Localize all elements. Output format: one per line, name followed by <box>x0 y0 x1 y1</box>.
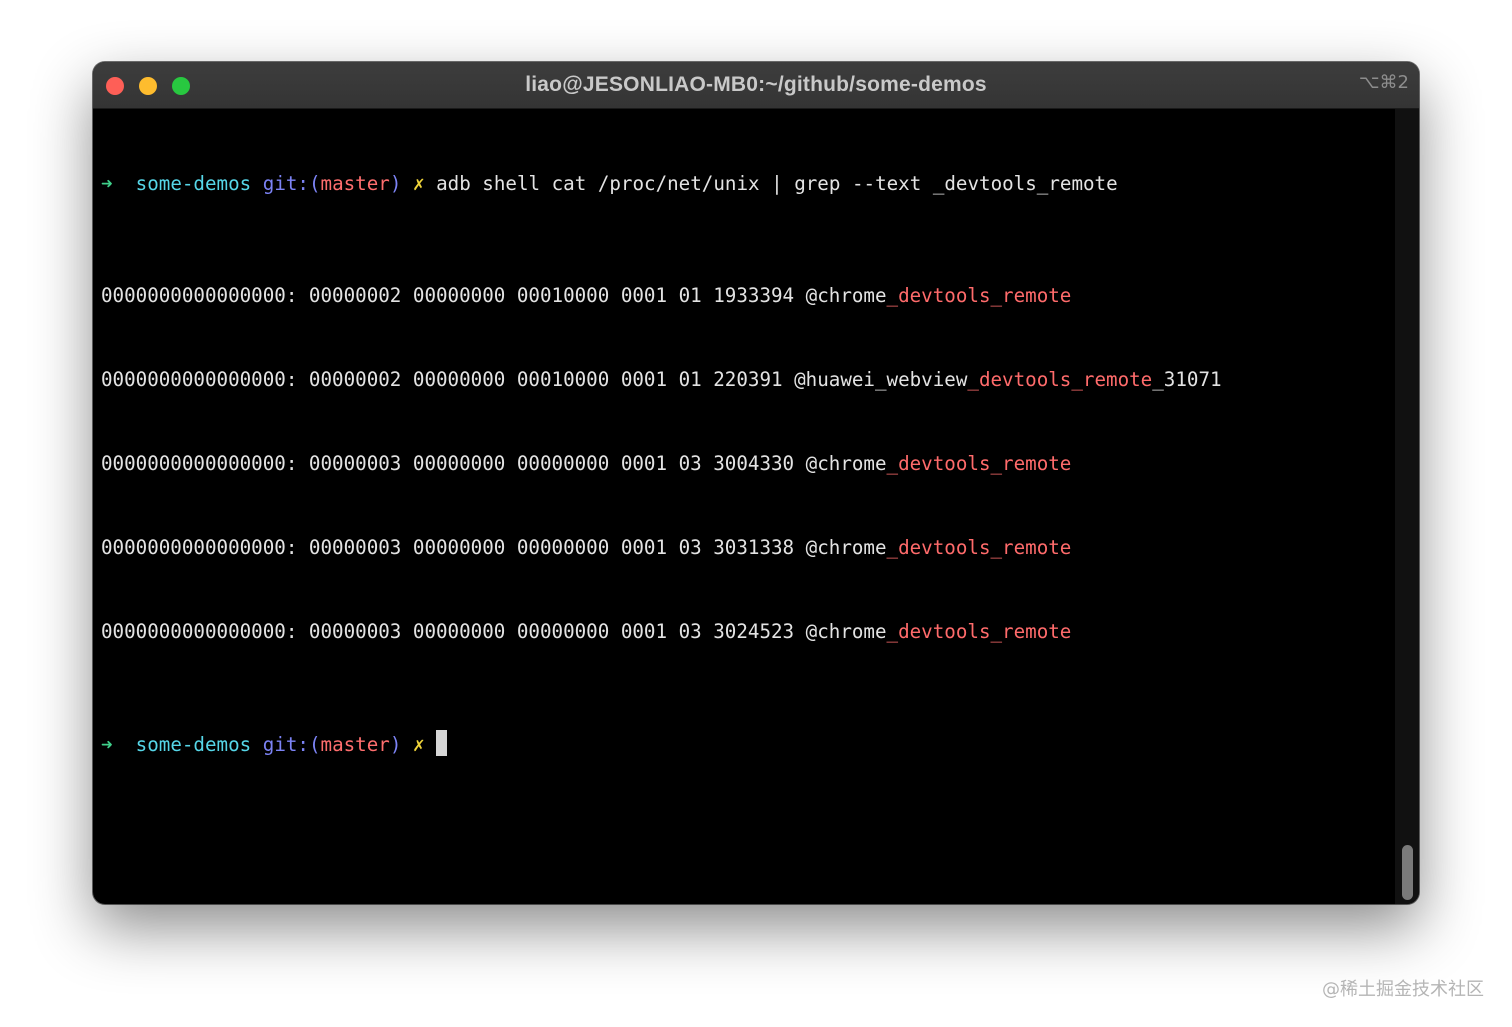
output-line: 0000000000000000: 00000002 00000000 0001… <box>101 282 1391 310</box>
output-line: 0000000000000000: 00000003 00000000 0000… <box>101 450 1391 478</box>
scrollbar-thumb[interactable] <box>1402 845 1413 900</box>
screenshot-stage: liao@JESONLIAO-MB0:~/github/some-demos ⌥… <box>0 0 1512 1027</box>
git-suffix: ) <box>389 733 402 756</box>
git-prefix: git:( <box>262 172 321 195</box>
dirty-mark-icon: ✗ <box>412 733 425 756</box>
dirty-mark-icon: ✗ <box>412 172 425 195</box>
window-title: liao@JESONLIAO-MB0:~/github/some-demos <box>525 73 987 96</box>
output-text-tail: _31071 <box>1152 368 1222 391</box>
prompt-directory: some-demos <box>135 733 252 756</box>
git-branch: master <box>320 733 390 756</box>
output-text: 0000000000000000: 00000003 00000000 0000… <box>101 620 887 643</box>
output-text: 0000000000000000: 00000003 00000000 0000… <box>101 536 887 559</box>
output-text: 0000000000000000: 00000002 00000000 0001… <box>101 368 968 391</box>
title-bar[interactable]: liao@JESONLIAO-MB0:~/github/some-demos ⌥… <box>93 62 1419 109</box>
grep-match: _devtools_remote <box>886 452 1072 475</box>
prompt-arrow-icon: ➜ <box>101 733 113 756</box>
output-line: 0000000000000000: 00000003 00000000 0000… <box>101 534 1391 562</box>
grep-match: _devtools_remote <box>886 284 1072 307</box>
prompt-line-command: ➜ some-demos git:(master) ✗ adb shell ca… <box>101 170 1391 198</box>
terminal-window: liao@JESONLIAO-MB0:~/github/some-demos ⌥… <box>93 62 1419 904</box>
git-branch: master <box>320 172 390 195</box>
prompt-directory: some-demos <box>135 172 252 195</box>
grep-match: _devtools_remote <box>886 536 1072 559</box>
window-shortcut-label: ⌥⌘2 <box>1358 72 1409 93</box>
grep-match: _devtools_remote <box>967 368 1153 391</box>
scrollbar-track[interactable] <box>1395 109 1419 904</box>
watermark: @稀土掘金技术社区 <box>1322 979 1484 1000</box>
output-text: 0000000000000000: 00000003 00000000 0000… <box>101 452 887 475</box>
git-suffix: ) <box>389 172 402 195</box>
prompt-arrow-icon: ➜ <box>101 172 113 195</box>
output-line: 0000000000000000: 00000003 00000000 0000… <box>101 618 1391 646</box>
text-cursor[interactable] <box>436 730 448 756</box>
command-text: adb shell cat /proc/net/unix | grep --te… <box>436 172 1118 195</box>
git-prefix: git:( <box>262 733 321 756</box>
output-line: 0000000000000000: 00000002 00000000 0001… <box>101 366 1391 394</box>
terminal-content[interactable]: ➜ some-demos git:(master) ✗ adb shell ca… <box>101 114 1391 894</box>
prompt-line-current: ➜ some-demos git:(master) ✗ <box>101 730 1391 758</box>
output-text: 0000000000000000: 00000002 00000000 0001… <box>101 284 887 307</box>
grep-match: _devtools_remote <box>886 620 1072 643</box>
